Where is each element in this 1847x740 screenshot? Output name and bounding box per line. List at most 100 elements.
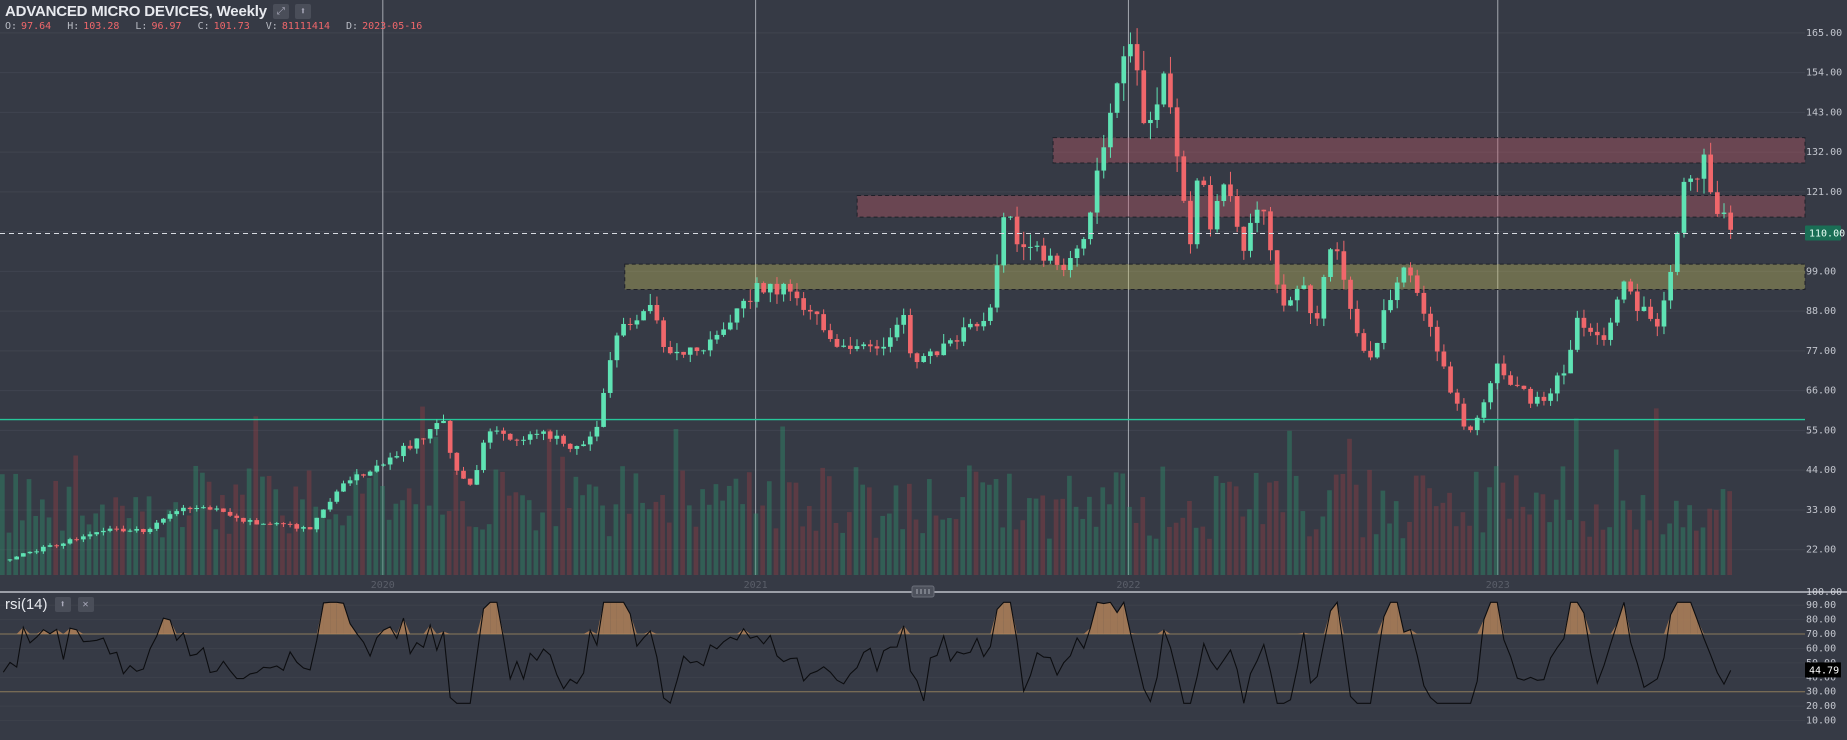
volume-bar-223 xyxy=(1487,487,1492,575)
candle-body-42 xyxy=(281,523,286,525)
volume-bar-78 xyxy=(520,495,525,575)
candle-body-233 xyxy=(1554,375,1560,394)
volume-bar-81 xyxy=(540,512,545,575)
candle-73 xyxy=(487,428,493,449)
candle-body-12 xyxy=(81,536,86,540)
volume-bar-20 xyxy=(133,497,139,575)
candle-136 xyxy=(908,308,913,358)
candle-body-218 xyxy=(1454,392,1460,404)
volume-bar-90 xyxy=(600,505,605,575)
candle-243 xyxy=(1621,280,1627,304)
candle-85 xyxy=(567,443,573,453)
rsi-tick-1: 80.00 xyxy=(1806,615,1836,626)
candle-body-169 xyxy=(1128,44,1133,57)
volume-bar-46 xyxy=(306,470,312,575)
volume-bar-137 xyxy=(913,519,919,575)
candle-48 xyxy=(321,509,326,519)
stock-chart[interactable]: 2020 2021 2022 2023 165.00 154.00 143.00 132.00… xyxy=(0,0,1847,740)
volume-bar-75 xyxy=(500,471,505,575)
candle-body-227 xyxy=(1514,384,1520,386)
candle-body-57 xyxy=(381,464,386,466)
candle-236 xyxy=(1574,310,1580,353)
candle-body-225 xyxy=(1501,363,1507,376)
volume-bar-212 xyxy=(1413,475,1419,575)
volume-bar-6 xyxy=(40,499,45,575)
candle-body-89 xyxy=(594,426,600,437)
volume-bar-205 xyxy=(1367,469,1372,575)
candle-body-103 xyxy=(687,347,693,355)
volume-bar-125 xyxy=(833,523,839,575)
volume-bar-119 xyxy=(793,482,799,575)
candle-221 xyxy=(1474,415,1480,436)
candle-126 xyxy=(841,339,846,348)
volume-bar-206 xyxy=(1373,534,1379,575)
candle-body-238 xyxy=(1588,327,1593,332)
candle-body-241 xyxy=(1608,322,1613,340)
volume-bar-25 xyxy=(166,509,172,575)
arrow-up-icon[interactable]: ⬆ xyxy=(54,597,71,612)
candle-body-83 xyxy=(554,435,560,439)
volume-bar-74 xyxy=(493,469,499,575)
candle-137 xyxy=(914,352,920,369)
candle-213 xyxy=(1421,285,1427,321)
volume-bar-163 xyxy=(1087,496,1092,575)
rsi-tick-0: 90.00 xyxy=(1806,600,1836,611)
candle-body-133 xyxy=(888,337,893,347)
candle-180 xyxy=(1201,176,1207,187)
rsi-fill-252 xyxy=(1677,602,1684,635)
volume-bar-257 xyxy=(1713,509,1719,575)
panel-resize-handle[interactable] xyxy=(911,585,935,598)
price-tick-3: 132.00 xyxy=(1806,147,1842,158)
candle-body-52 xyxy=(347,480,353,484)
volume-bar-120 xyxy=(800,526,805,575)
close-icon[interactable]: ✕ xyxy=(77,597,94,612)
volume-bar-150 xyxy=(1000,527,1006,575)
volume-bar-58 xyxy=(386,519,392,575)
candle-body-10 xyxy=(67,539,73,544)
expand-icon[interactable]: ⤢ xyxy=(272,4,289,19)
candle-198 xyxy=(1321,274,1327,327)
volume-bar-239 xyxy=(1593,504,1599,575)
volume-bar-165 xyxy=(1100,487,1106,575)
volume-bar-222 xyxy=(1480,532,1486,575)
volume-bar-171 xyxy=(1140,497,1146,575)
candle-93 xyxy=(621,317,626,337)
candle-90 xyxy=(601,388,606,428)
volume-bar-114 xyxy=(760,505,765,575)
rsi-tick-3: 60.00 xyxy=(1806,643,1836,654)
candle-body-151 xyxy=(1008,216,1013,218)
rsi-fill-209 xyxy=(1390,602,1398,635)
candle-141 xyxy=(941,334,947,356)
candle-body-206 xyxy=(1374,342,1380,358)
candle-109 xyxy=(727,314,733,331)
candle-body-153 xyxy=(1021,244,1027,248)
volume-bar-80 xyxy=(533,530,539,575)
candle-163 xyxy=(1088,211,1093,245)
candle-186 xyxy=(1241,226,1247,260)
support-zone-yellow xyxy=(624,263,1806,290)
candle-202 xyxy=(1348,276,1353,320)
pin-icon[interactable]: ⬆ xyxy=(294,4,311,19)
volume-bar-104 xyxy=(693,526,699,575)
volume-bar-43 xyxy=(286,533,292,575)
year-dividers: 2020 2021 2022 2023 xyxy=(371,0,1510,591)
volume-bar-187 xyxy=(1247,509,1252,575)
candle-body-60 xyxy=(401,445,406,457)
candle-76 xyxy=(507,433,513,441)
candle-body-44 xyxy=(294,524,300,529)
candle-body-17 xyxy=(114,528,120,530)
volume-bar-85 xyxy=(566,508,572,575)
volume-bar-40 xyxy=(266,475,272,575)
volume-bar-215 xyxy=(1433,506,1439,575)
candle-body-158 xyxy=(1054,255,1060,265)
volume-bar-111 xyxy=(740,504,745,575)
candle-238 xyxy=(1588,323,1593,336)
candle-194 xyxy=(1294,285,1300,312)
volume-bar-123 xyxy=(820,467,825,575)
volume-bar-33 xyxy=(220,495,225,575)
candle-body-175 xyxy=(1168,73,1173,108)
volume-bar-101 xyxy=(673,429,679,575)
candle-153 xyxy=(1021,231,1027,261)
candle-body-106 xyxy=(707,339,713,351)
candle-157 xyxy=(1048,248,1053,264)
